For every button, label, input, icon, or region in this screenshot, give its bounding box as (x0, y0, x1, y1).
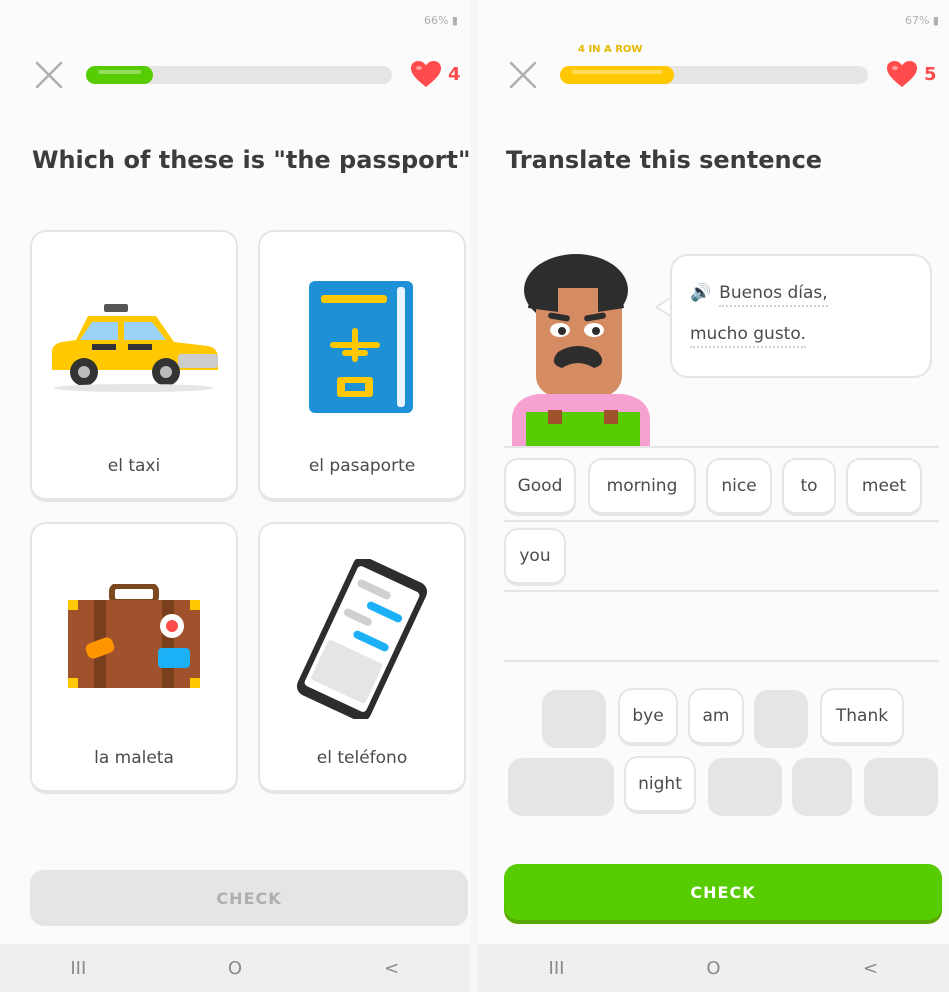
answer-word-chip[interactable]: morning (588, 458, 696, 516)
card-label: el pasaporte (308, 456, 416, 476)
choice-card-suitcase[interactable]: la maleta (30, 522, 238, 794)
answer-line (504, 446, 939, 448)
recent-apps-button[interactable]: III (527, 958, 587, 979)
answer-line (504, 590, 939, 592)
empty-word-slot (792, 758, 852, 816)
answer-word-chip[interactable]: meet (846, 458, 922, 516)
empty-word-slot (542, 690, 606, 748)
system-navbar: III O < (0, 944, 470, 992)
choice-card-taxi[interactable]: el taxi (30, 230, 238, 502)
home-button[interactable]: O (684, 958, 744, 979)
answer-line (504, 520, 939, 522)
battery-status: 66% ▮ (423, 14, 458, 27)
check-button[interactable]: CHECK (30, 870, 468, 926)
hearts-count: 4 (448, 63, 461, 85)
speech-bubble: 🔊 Buenos días, mucho gusto. (670, 254, 932, 378)
streak-label: 4 IN A ROW (578, 44, 643, 55)
empty-word-slot (708, 758, 782, 816)
word-bank-chip[interactable]: bye (618, 688, 678, 746)
back-button[interactable]: < (362, 958, 422, 979)
bubble-line-2[interactable]: mucho gusto. (690, 324, 806, 348)
phone-icon (260, 554, 464, 724)
card-label: la maleta (94, 748, 174, 768)
answer-word-chip[interactable]: to (782, 458, 836, 516)
right-screen: 67% ▮ 4 IN A ROW 5 Translate this senten… (478, 0, 949, 992)
passport-icon (260, 262, 464, 432)
heart-icon (411, 61, 441, 87)
answer-line (504, 660, 939, 662)
battery-status: 67% ▮ (904, 14, 939, 27)
taxi-icon (32, 262, 236, 432)
left-screen: 66% ▮ 4 Which of these is "the passport"… (0, 0, 470, 992)
recent-apps-button[interactable]: III (48, 958, 108, 979)
word-bank-chip[interactable]: am (688, 688, 744, 746)
answer-word-chip[interactable]: Good (504, 458, 576, 516)
progress-fill (86, 66, 153, 84)
speaker-icon[interactable]: 🔊 (690, 283, 711, 303)
question-title: Translate this sentence (506, 146, 823, 174)
hearts-counter: 4 (410, 60, 461, 88)
lesson-progress-bar (560, 66, 868, 84)
hearts-counter: 5 (886, 60, 937, 88)
empty-word-slot (754, 690, 808, 748)
word-bank-chip[interactable]: Thank (820, 688, 904, 746)
choice-card-passport[interactable]: el pasaporte (258, 230, 466, 502)
empty-word-slot (508, 758, 614, 816)
card-label: el teléfono (316, 748, 408, 768)
character-avatar (508, 252, 664, 448)
bubble-line-1[interactable]: Buenos días, (719, 283, 828, 307)
system-navbar: III O < (478, 944, 949, 992)
progress-fill (560, 66, 674, 84)
word-bank-chip[interactable]: night (624, 756, 696, 814)
close-icon[interactable] (506, 58, 540, 92)
answer-word-chip[interactable]: nice (706, 458, 772, 516)
question-title: Which of these is "the passport"? (32, 146, 470, 174)
answer-word-chip[interactable]: you (504, 528, 566, 586)
check-button[interactable]: CHECK (504, 864, 942, 920)
back-button[interactable]: < (841, 958, 901, 979)
choice-card-phone[interactable]: el teléfono (258, 522, 466, 794)
empty-word-slot (864, 758, 938, 816)
home-button[interactable]: O (205, 958, 265, 979)
lesson-progress-bar (86, 66, 392, 84)
card-label: el taxi (107, 456, 161, 476)
suitcase-icon (32, 554, 236, 724)
hearts-count: 5 (924, 63, 937, 85)
close-icon[interactable] (32, 58, 66, 92)
heart-icon (887, 61, 917, 87)
